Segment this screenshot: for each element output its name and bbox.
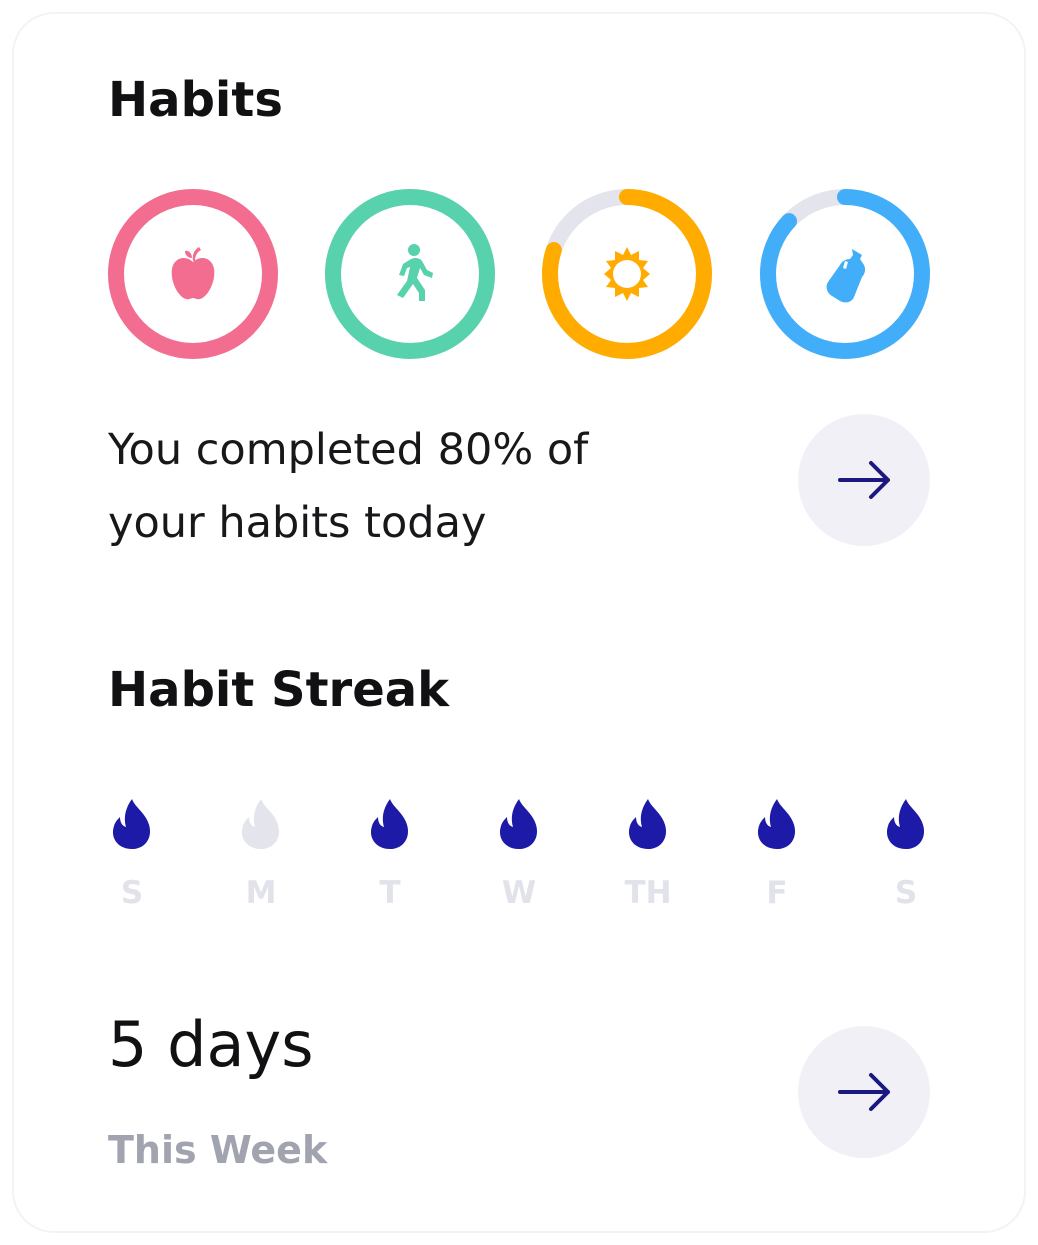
sun-icon [604,247,650,301]
habit-ring-walking[interactable] [325,189,495,359]
habits-next-button[interactable] [798,414,930,546]
streak-day: W [474,798,564,909]
apple-icon [171,247,215,300]
walking-icon [397,244,433,301]
flame-icon [112,799,151,849]
habit-ring-sun[interactable] [542,189,712,359]
day-label: M [245,875,277,911]
habit-ring-water[interactable] [760,189,930,359]
ring-svg [760,189,930,359]
ring-svg [542,189,712,359]
streak-period: This Week [108,1128,328,1172]
habit-ring-apple[interactable] [108,189,278,359]
flame-icon [499,799,538,849]
streak-day: F [732,798,822,909]
day-label: W [501,875,537,911]
arrow-right-icon [838,1073,890,1111]
flame-icon [370,799,409,849]
flame-icon [886,799,925,849]
streak-day: T [345,798,435,909]
ring-svg [108,189,278,359]
ring-svg [325,189,495,359]
day-label: T [379,875,401,911]
streak-count: 5 days [108,1008,314,1081]
arrow-right-icon [838,461,890,499]
streak-day: S [861,798,951,909]
water-bottle-icon [826,249,866,303]
flame-icon [757,799,796,849]
day-label: TH [624,875,672,911]
streak-day: S [87,798,177,909]
day-label: S [120,875,144,911]
flame-icon [241,799,280,849]
day-label: F [766,875,788,911]
habit-streak-title: Habit Streak [108,662,450,718]
habits-summary: You completed 80% of your habits today [108,425,589,548]
flame-icon [628,799,667,849]
streak-day: TH [603,798,693,909]
habits-title: Habits [108,72,283,128]
day-label: S [894,875,918,911]
streak-day: M [216,798,306,909]
streak-next-button[interactable] [798,1026,930,1158]
